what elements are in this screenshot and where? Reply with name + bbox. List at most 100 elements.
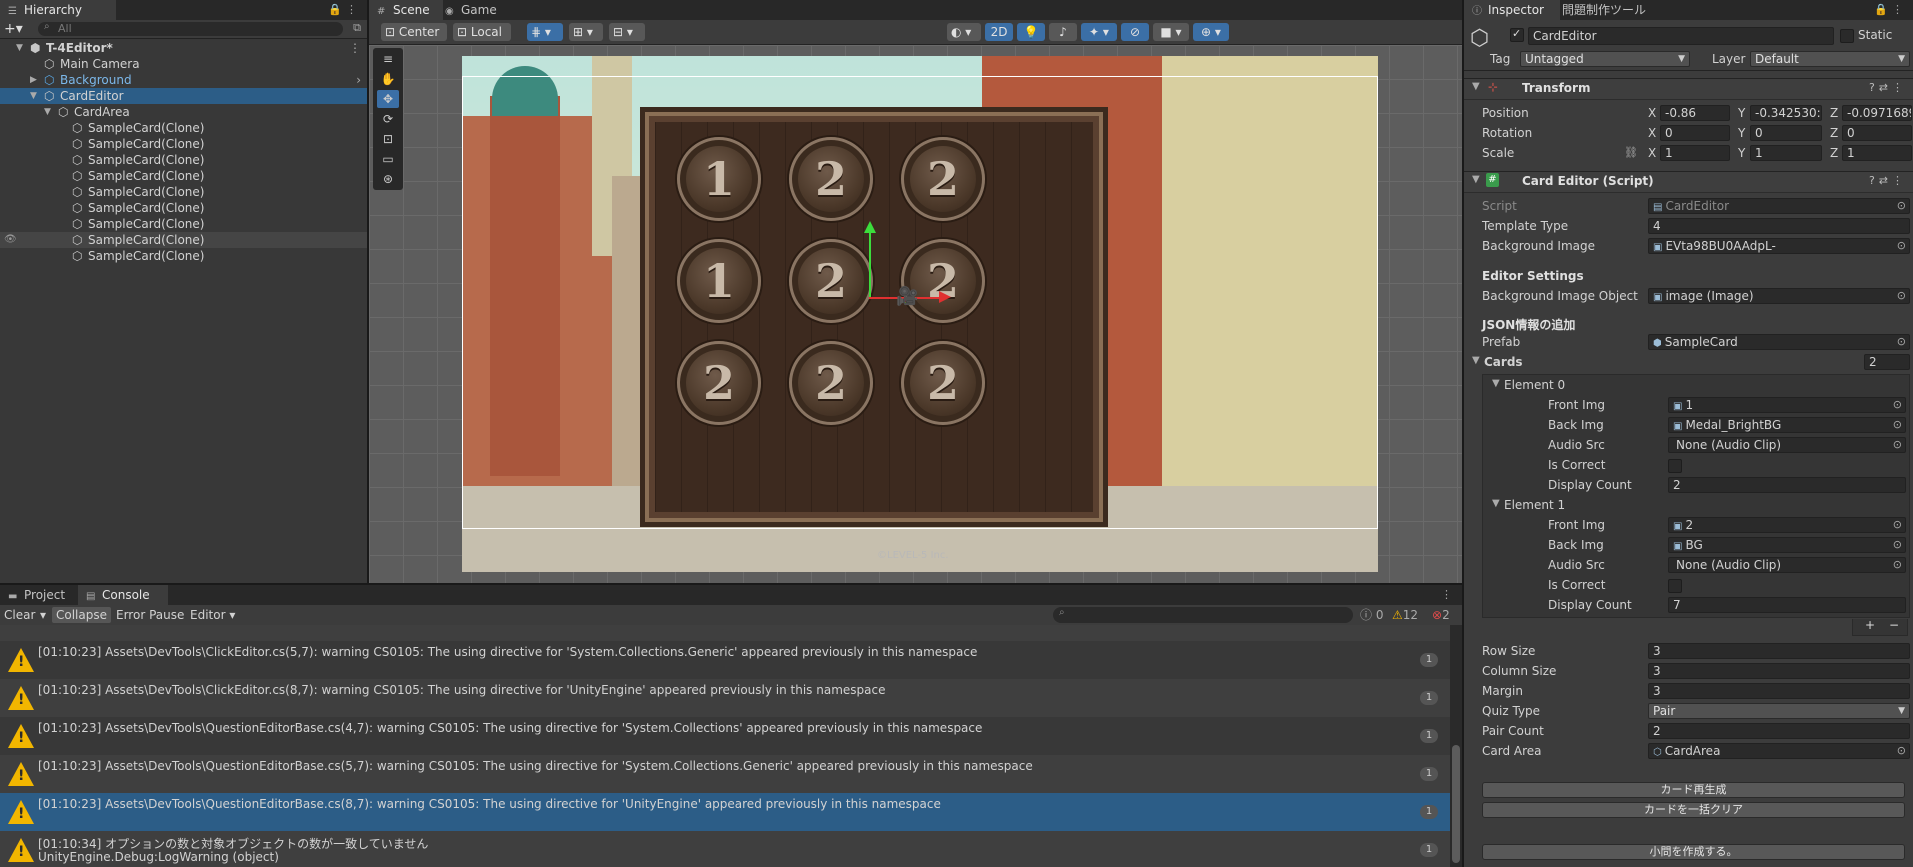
rotate-tool-icon[interactable]: ⟳ [377,110,399,128]
hierarchy-item[interactable]: ⬡ Main Camera [0,56,367,72]
tag-dropdown[interactable]: Untagged ▼ [1520,51,1690,67]
toggle-2d-button[interactable]: 2D [985,23,1013,41]
tool-menu-icon[interactable]: ≡ [377,50,399,68]
medal-card[interactable]: 2 [901,341,985,425]
is-correct-checkbox[interactable] [1668,579,1682,593]
component-menu-icons[interactable]: ?⇄⋮ [1869,174,1907,187]
transform-tool-icon[interactable]: ⊛ [377,170,399,188]
column-size-field[interactable]: 3 [1648,663,1910,679]
object-picker-icon[interactable]: ⊙ [1893,438,1902,452]
pivot-mode-dropdown[interactable]: ⊡ Center ▾ [381,23,447,57]
hand-tool-icon[interactable]: ✋ [377,70,399,88]
medal-card[interactable]: 2 [789,137,873,221]
medal-card[interactable]: 2 [677,341,761,425]
pivot-space-dropdown[interactable]: ⊡ Local ▾ [453,23,511,57]
collapse-arrow-icon[interactable]: ▶ [30,72,40,88]
hierarchy-item[interactable]: ▼ ⬡ CardEditor [0,88,367,104]
tab-project[interactable]: ▬ Project [0,585,82,605]
tab-game[interactable]: ◉ Game [437,0,513,20]
camera-dropdown[interactable]: ■ ▾ [1153,23,1189,41]
draw-mode-dropdown[interactable]: ◐ ▾ [947,23,981,41]
link-scale-icon[interactable]: ⛓ [1624,146,1638,159]
clear-button[interactable]: Clear [0,607,39,623]
is-correct-checkbox[interactable] [1668,459,1682,473]
move-tool-icon[interactable]: ✥ [377,90,399,108]
console-scrollbar[interactable] [1450,625,1462,867]
hierarchy-item[interactable]: ⬡ SampleCard(Clone) [0,168,367,184]
element-foldout-icon[interactable]: ▼ [1492,378,1500,389]
hidden-objects-toggle[interactable]: ⊘ [1121,23,1149,41]
hierarchy-item[interactable]: ⬡ SampleCard(Clone) [0,200,367,216]
console-log-row[interactable]: ! [01:10:23] Assets\DevTools\QuestionEdit… [0,717,1450,755]
tab-scene[interactable]: # Scene [369,0,443,20]
rotation-z-field[interactable]: 0 [1842,125,1912,141]
bg-image-object-field[interactable]: ▣ image (Image) ⊙ [1648,288,1910,304]
cards-size-field[interactable]: 2 [1864,354,1910,370]
object-picker-icon[interactable]: ⊙ [1893,398,1902,412]
back-img-field[interactable]: ▣ BG ⊙ [1668,537,1906,553]
remove-element-button[interactable]: − [1889,618,1899,632]
medal-card[interactable]: 2 [901,137,985,221]
object-picker-icon[interactable]: ⊙ [1893,538,1902,552]
position-y-field[interactable]: -0.342530: [1750,105,1822,121]
console-log-row[interactable]: ! [01:10:34] オプションの数と対象オブジェクトの数が一致していません U… [0,831,1450,867]
hierarchy-item[interactable]: ⬡ SampleCard(Clone) [0,216,367,232]
increment-snap-button[interactable]: ⊟ ▾ [609,23,645,41]
audio-src-field[interactable]: None (Audio Clip) ⊙ [1668,437,1906,453]
hierarchy-search-input[interactable]: ⌕ All [38,21,343,36]
object-name-field[interactable]: CardEditor [1528,27,1834,45]
hierarchy-item[interactable]: ⬡ SampleCard(Clone) [0,248,367,264]
hierarchy-item[interactable]: ⬡ SampleCard(Clone) 👁 [0,232,367,248]
card-board[interactable]: 122122222 [640,107,1108,527]
scale-tool-icon[interactable]: ⊡ [377,130,399,148]
static-checkbox[interactable] [1840,29,1854,43]
object-picker-icon[interactable]: ⊙ [1893,558,1902,572]
editor-dropdown[interactable]: Editor ▾ [186,607,239,623]
camera-gizmo-icon[interactable]: 🎥 [896,286,930,307]
hierarchy-tab-options[interactable]: 🔒⋮ [328,3,361,16]
tab-hierarchy[interactable]: ☰ Hierarchy [0,0,116,20]
object-picker-icon[interactable]: ⊙ [1893,418,1902,432]
background-image-field[interactable]: ▣ EVta98BU0AAdpL- ⊙ [1648,238,1910,254]
scale-y-field[interactable]: 1 [1750,145,1822,161]
error-count-toggle[interactable]: ⊗2 [1432,607,1450,623]
display-count-field[interactable]: 2 [1668,477,1906,493]
expand-arrow-icon[interactable]: ▼ [30,88,40,104]
display-count-field[interactable]: 7 [1668,597,1906,613]
rotation-x-field[interactable]: 0 [1660,125,1730,141]
card-area-field[interactable]: ⬡ CardArea ⊙ [1648,743,1910,759]
effects-dropdown[interactable]: ✦ ▾ [1081,23,1117,41]
medal-card[interactable]: 2 [901,239,985,323]
warning-count-toggle[interactable]: ⚠12 [1392,607,1418,623]
info-count-toggle[interactable]: ⓘ 0 [1360,607,1383,623]
medal-card[interactable]: 2 [789,341,873,425]
medal-card[interactable]: 1 [677,239,761,323]
visibility-eye-icon[interactable]: 👁 [4,232,17,248]
audio-src-field[interactable]: None (Audio Clip) ⊙ [1668,557,1906,573]
create-question-button[interactable]: 小問を作成する。 [1482,844,1905,860]
object-picker-icon[interactable]: ⊙ [1897,744,1906,758]
console-tab-options[interactable]: ⋮ [1441,588,1456,601]
pair-count-field[interactable]: 2 [1648,723,1910,739]
back-img-field[interactable]: ▣ Medal_BrightBG ⊙ [1668,417,1906,433]
medal-card[interactable]: 2 [789,239,873,323]
row-size-field[interactable]: 3 [1648,643,1910,659]
gizmos-dropdown[interactable]: ⊕ ▾ [1193,23,1229,41]
front-img-field[interactable]: ▣ 2 ⊙ [1668,517,1906,533]
console-log-row[interactable]: ! [01:10:23] Assets\DevTools\QuestionEdit… [0,793,1450,831]
quiz-type-dropdown[interactable]: Pair ▼ [1648,703,1910,719]
scene-viewport[interactable]: 122122222 🎥 ©LEVEL-5 Inc. ≡ ✋ ✥ ⟳ ⊡ ▭ ⊛ [369,45,1462,583]
scale-x-field[interactable]: 1 [1660,145,1730,161]
cards-foldout-icon[interactable]: ▼ [1472,355,1480,366]
expand-arrow-icon[interactable]: ▼ [16,40,26,56]
error-pause-toggle[interactable]: Error Pause [112,607,188,623]
console-log-row[interactable]: ! [01:10:23] Assets\DevTools\ClickEditor.… [0,641,1450,679]
console-log-row[interactable]: ! [01:10:23] Assets\DevTools\QuestionEdit… [0,755,1450,793]
tab-question-tool[interactable]: 問題制作ツール [1554,0,1670,20]
object-picker-icon[interactable]: ⊙ [1897,289,1906,303]
hierarchy-item[interactable]: ▼ ⬢ T-4Editor* ⋮ [0,40,367,56]
hierarchy-item[interactable]: ⬡ SampleCard(Clone) [0,136,367,152]
add-element-button[interactable]: + [1865,618,1875,632]
element-foldout-icon[interactable]: ▼ [1492,498,1500,509]
active-checkbox[interactable]: ✓ [1510,27,1524,42]
